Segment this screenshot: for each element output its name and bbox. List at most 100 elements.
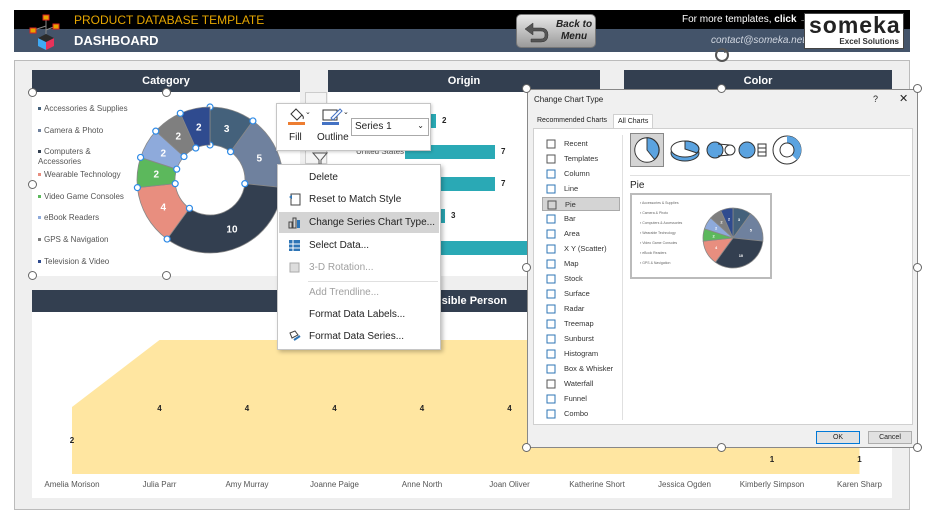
x-tick-label: Joanne Paige	[310, 480, 359, 489]
menu-label: Delete	[309, 172, 338, 183]
resize-handle[interactable]	[522, 84, 531, 93]
series-select[interactable]: Series 1 ⌄	[351, 118, 429, 136]
point-handle[interactable]	[171, 180, 179, 188]
chart-type-line[interactable]: Line	[542, 182, 620, 196]
close-button[interactable]: ✕	[899, 92, 908, 105]
menu-item-delete[interactable]: Delete	[279, 167, 439, 188]
menu-item-select-data[interactable]: Select Data...	[279, 235, 439, 256]
menu-item-format-data-series[interactable]: Format Data Series...	[279, 326, 439, 347]
chart-type-area[interactable]: Area	[542, 227, 620, 241]
contact-email[interactable]: contact@someka.net	[711, 35, 805, 46]
bar-of-pie-variant-icon[interactable]	[736, 133, 770, 167]
resize-handle[interactable]	[162, 271, 171, 280]
chart-type-label: Box & Whisker	[564, 364, 614, 373]
point-handle[interactable]	[185, 204, 194, 212]
chart-type-column[interactable]: Column	[542, 167, 620, 181]
point-handle[interactable]	[163, 235, 171, 243]
menu-item-add-trendline[interactable]: Add Trendline...	[279, 282, 439, 303]
chart-type-waterfall[interactable]: Waterfall	[542, 377, 620, 391]
point-handle[interactable]	[180, 152, 188, 161]
sunburst-icon	[546, 334, 556, 344]
format-series-icon	[289, 330, 301, 341]
cancel-button[interactable]: Cancel	[868, 431, 912, 444]
tab-all-charts[interactable]: All Charts	[613, 114, 654, 128]
origin-bar[interactable]	[431, 114, 436, 128]
recent-icon	[546, 139, 556, 149]
resize-handle[interactable]	[522, 443, 531, 452]
chart-type-label: Map	[564, 259, 579, 268]
x-tick-label: Karen Sharp	[837, 480, 882, 489]
someka-logo[interactable]: someka Excel Solutions	[804, 12, 904, 49]
dialog-divider	[622, 135, 623, 420]
chart-type-radar[interactable]: Radar	[542, 302, 620, 316]
3d-pie-variant-icon[interactable]	[668, 133, 702, 167]
point-handle[interactable]	[226, 148, 235, 156]
menu-item-reset-style[interactable]: Reset to Match Style	[279, 189, 439, 210]
data-label: 2	[160, 148, 166, 159]
chart-type-x-y-scatter-[interactable]: X Y (Scatter)	[542, 242, 620, 256]
chart-type-histogram[interactable]: Histogram	[542, 347, 620, 361]
point-handle[interactable]	[152, 127, 160, 135]
menu-item-format-data-labels[interactable]: Format Data Labels...	[279, 304, 439, 325]
resize-handle[interactable]	[717, 443, 726, 452]
legend-label: Video Game Consoles	[44, 192, 124, 201]
origin-bar[interactable]	[430, 241, 530, 255]
back-to-menu-button[interactable]: Back to Menu	[516, 14, 596, 48]
chart-type-label: Area	[564, 229, 580, 238]
chart-type-funnel[interactable]: Funnel	[542, 392, 620, 406]
rotate-handle-icon[interactable]	[713, 46, 731, 64]
resize-handle[interactable]	[28, 180, 37, 189]
outline-label[interactable]: Outline	[317, 132, 349, 143]
chart-type-stock[interactable]: Stock	[542, 272, 620, 286]
x-tick-label: Jessica Ogden	[658, 480, 711, 489]
legend-item: Camera & Photo	[38, 126, 133, 136]
chart-type-pie[interactable]: Pie	[542, 197, 620, 211]
chart-type-combo[interactable]: Combo	[542, 407, 620, 421]
resize-handle[interactable]	[28, 88, 37, 97]
point-handle[interactable]	[176, 109, 184, 117]
point-handle[interactable]	[136, 153, 145, 162]
chart-type-recent[interactable]: Recent	[542, 137, 620, 151]
resize-handle[interactable]	[913, 84, 922, 93]
help-button[interactable]: ?	[873, 94, 878, 104]
point-handle[interactable]	[192, 144, 200, 152]
point-handle[interactable]	[241, 180, 249, 188]
pie-of-pie-variant-icon[interactable]	[704, 133, 738, 167]
point-handle[interactable]	[249, 117, 257, 125]
outline-pen-icon[interactable]	[321, 108, 343, 126]
pie-variant-icon[interactable]	[630, 133, 664, 167]
chart-type-box-whisker[interactable]: Box & Whisker	[542, 362, 620, 376]
chart-type-templates[interactable]: Templates	[542, 152, 620, 166]
radar-icon	[546, 304, 556, 314]
slice[interactable]	[166, 183, 284, 254]
chart-preview-title: Pie	[630, 180, 645, 191]
resize-handle[interactable]	[913, 263, 922, 272]
fill-label[interactable]: Fill	[289, 132, 302, 143]
resize-handle[interactable]	[717, 84, 726, 93]
resize-handle[interactable]	[162, 88, 171, 97]
chart-type-treemap[interactable]: Treemap	[542, 317, 620, 331]
data-label: 4	[332, 404, 337, 413]
resize-handle[interactable]	[522, 263, 531, 272]
menu-item-change-chart-type[interactable]: Change Series Chart Type...	[279, 212, 439, 233]
chart-type-bar[interactable]: Bar	[542, 212, 620, 226]
resize-handle[interactable]	[913, 443, 922, 452]
resize-handle[interactable]	[28, 271, 37, 280]
more-templates-link[interactable]: For more templates, click →	[682, 14, 809, 25]
doughnut-variant-icon[interactable]	[770, 133, 804, 167]
legend-label: eBook Readers	[44, 213, 100, 222]
point-handle[interactable]	[173, 165, 181, 173]
x-tick-label: Joan Oliver	[489, 480, 530, 489]
tab-recommended-charts[interactable]: Recommended Charts	[533, 114, 611, 128]
chart-type-label: Surface	[564, 289, 590, 298]
data-label: 2	[196, 123, 202, 134]
chart-type-sunburst[interactable]: Sunburst	[542, 332, 620, 346]
category-donut-chart[interactable]: 351042222	[130, 100, 290, 260]
menu-item-3d-rotation[interactable]: 3-D Rotation...	[279, 257, 439, 278]
chart-type-map[interactable]: Map	[542, 257, 620, 271]
point-handle[interactable]	[133, 184, 141, 192]
format-mini-toolbar: ⌄ Fill ⌄ Outline Series 1 ⌄	[276, 103, 431, 151]
ok-button[interactable]: OK	[816, 431, 860, 444]
chart-preview[interactable]: ▪ Accessories & Supplies ▪ Camera & Photo…	[630, 193, 772, 279]
chart-type-surface[interactable]: Surface	[542, 287, 620, 301]
